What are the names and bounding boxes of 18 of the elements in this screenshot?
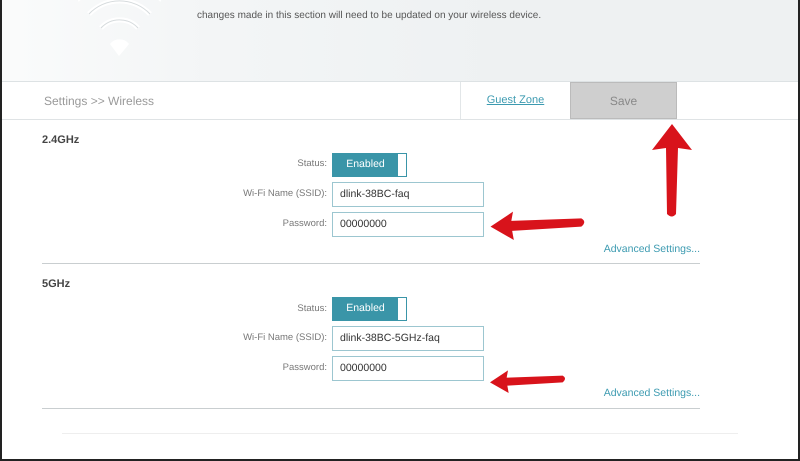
password-field[interactable]: 00000000 [332, 356, 484, 381]
status-toggle[interactable]: Enabled [332, 152, 407, 176]
intro-text: changes made in this section will need to be updated on your wireless device. [197, 9, 542, 23]
field-label: Password: [282, 216, 327, 231]
status-toggle[interactable]: Enabled [332, 296, 407, 321]
field-label: Password: [282, 361, 327, 376]
password-field[interactable]: 00000000 [332, 212, 484, 236]
advanced-settings-link[interactable]: Advanced Settings... [604, 242, 700, 254]
field-label: Status: [296, 302, 327, 316]
advanced-settings-link[interactable]: Advanced Settings... [604, 386, 700, 399]
breadcrumb: Settings >> Wireless [43, 92, 156, 110]
section-title: 2.4GHz [42, 133, 80, 148]
ssid-field[interactable]: dlink-38BC-faq [332, 182, 484, 206]
ssid-field[interactable]: dlink-38BC-5GHz-faq [332, 326, 484, 351]
field-label: Wi-Fi Name (SSID): [242, 331, 327, 346]
field-label: Status: [296, 157, 327, 172]
field-label: Wi-Fi Name (SSID): [242, 186, 327, 201]
section-title: 5GHz [42, 277, 72, 292]
